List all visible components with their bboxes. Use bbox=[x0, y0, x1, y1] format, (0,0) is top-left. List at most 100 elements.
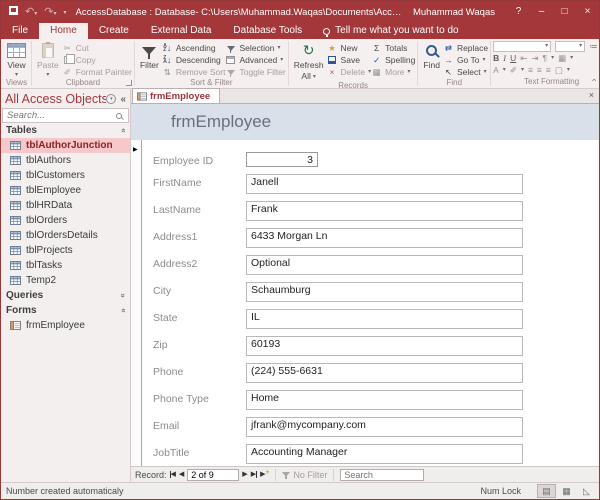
cut-button[interactable]: ✂Cut bbox=[62, 42, 132, 54]
filter-button[interactable]: Filter bbox=[137, 40, 162, 70]
jobtitle-field[interactable]: Accounting Manager bbox=[246, 444, 523, 464]
delete-record-button[interactable]: ×Delete▾ bbox=[327, 66, 372, 78]
tell-me-box[interactable]: Tell me what you want to do bbox=[313, 23, 468, 39]
section-tables[interactable]: Tables » bbox=[1, 123, 130, 138]
undo-button[interactable]: ↶▾ bbox=[25, 7, 37, 18]
firstname-field[interactable]: Janell bbox=[246, 174, 523, 194]
sidebar-item-tblordersdetails[interactable]: tblOrdersDetails bbox=[1, 228, 130, 243]
sidebar-item-frmemployee[interactable]: frmEmployee bbox=[1, 318, 130, 333]
sidebar-item-tblauthors[interactable]: tblAuthors bbox=[1, 153, 130, 168]
text-direction-icon[interactable]: ¶ bbox=[543, 53, 548, 63]
sidebar-item-tblhrdata[interactable]: tblHRData bbox=[1, 198, 130, 213]
more-button[interactable]: ▦More▾ bbox=[371, 66, 415, 78]
nav-menu-icon[interactable]: ▾ bbox=[106, 94, 116, 104]
collapse-ribbon-icon[interactable]: › bbox=[589, 79, 599, 82]
zip-field[interactable]: 60193 bbox=[246, 336, 523, 356]
decrease-indent-icon[interactable]: ⇤ bbox=[520, 53, 527, 64]
font-color-button[interactable]: A bbox=[493, 65, 499, 75]
sidebar-item-tblprojects[interactable]: tblProjects bbox=[1, 243, 130, 258]
city-field[interactable]: Schaumburg bbox=[246, 282, 523, 302]
replace-button[interactable]: ⇄Replace bbox=[443, 42, 488, 54]
align-right-icon[interactable]: ≡ bbox=[546, 65, 551, 75]
find-button[interactable]: Find bbox=[420, 40, 443, 70]
paste-button[interactable]: Paste ▾ bbox=[34, 40, 62, 78]
close-document-icon[interactable]: × bbox=[589, 90, 594, 100]
last-record-button[interactable]: ▶ bbox=[251, 471, 257, 479]
phone-type-field[interactable]: Home bbox=[246, 390, 523, 410]
sidebar-item-temp2[interactable]: Temp2 bbox=[1, 273, 130, 288]
nav-pane-header[interactable]: All Access Objects ▾ « bbox=[1, 89, 130, 108]
background-image-icon[interactable]: ▢ bbox=[555, 65, 563, 76]
new-record-button[interactable]: ★New bbox=[327, 42, 372, 54]
underline-button[interactable]: U bbox=[510, 53, 516, 63]
sidebar-item-tblorders[interactable]: tblOrders bbox=[1, 213, 130, 228]
record-position-input[interactable] bbox=[187, 469, 239, 481]
document-tab-frmemployee[interactable]: frmEmployee bbox=[132, 88, 220, 103]
tab-home[interactable]: Home bbox=[39, 23, 88, 39]
spelling-button[interactable]: ✓Spelling bbox=[371, 54, 415, 66]
help-button[interactable]: ? bbox=[507, 1, 530, 23]
gridlines-icon[interactable]: ▦ bbox=[558, 53, 566, 64]
qat-customize-icon[interactable]: ▾ bbox=[63, 9, 66, 16]
minimize-button[interactable]: – bbox=[530, 1, 553, 23]
record-selector-bar[interactable]: ▶ bbox=[131, 140, 142, 466]
address1-field[interactable]: 6433 Morgan Ln bbox=[246, 228, 523, 248]
design-view-button[interactable]: ◺ bbox=[577, 484, 596, 498]
nav-search-input[interactable] bbox=[7, 109, 116, 122]
selection-button[interactable]: Selection▾ bbox=[225, 42, 285, 54]
phone-field[interactable]: (224) 555-6631 bbox=[246, 363, 523, 383]
go-to-button[interactable]: →Go To▾ bbox=[443, 54, 488, 66]
bullet-list-icon[interactable]: ≔ bbox=[589, 41, 598, 52]
email-field[interactable]: jfrank@mycompany.com bbox=[246, 417, 523, 437]
toggle-filter-button[interactable]: Toggle Filter bbox=[225, 66, 285, 78]
advanced-button[interactable]: Advanced▾ bbox=[225, 54, 285, 66]
refresh-all-button[interactable]: ↻ Refresh All▾ bbox=[291, 40, 327, 81]
dialog-launcher-icon[interactable] bbox=[126, 80, 132, 86]
highlight-color-icon[interactable]: ✐ bbox=[510, 65, 517, 76]
align-left-icon[interactable]: ≡ bbox=[528, 65, 533, 75]
record-search-input[interactable] bbox=[340, 469, 424, 481]
totals-button[interactable]: ΣTotals bbox=[371, 42, 415, 54]
account-user-name[interactable]: Muhammad Waqas bbox=[413, 7, 495, 18]
employee-id-field[interactable] bbox=[246, 152, 318, 167]
form-view-button[interactable]: ▤ bbox=[537, 484, 556, 498]
tab-create[interactable]: Create bbox=[88, 23, 140, 39]
descending-button[interactable]: ZA↓Descending bbox=[162, 54, 226, 66]
previous-record-button[interactable]: ◀ bbox=[179, 471, 184, 479]
align-center-icon[interactable]: ≡ bbox=[537, 65, 542, 75]
datasheet-view-button[interactable]: ▦ bbox=[557, 484, 576, 498]
address2-field[interactable]: Optional bbox=[246, 255, 523, 275]
save-record-button[interactable]: Save bbox=[327, 54, 372, 66]
tab-database-tools[interactable]: Database Tools bbox=[222, 23, 313, 39]
view-button[interactable]: View ▾ bbox=[4, 40, 29, 78]
section-queries[interactable]: Queries » bbox=[1, 288, 130, 303]
redo-button[interactable]: ↷▾ bbox=[44, 7, 56, 18]
next-record-button[interactable]: ▶ bbox=[242, 471, 247, 479]
sidebar-item-tblcustomers[interactable]: tblCustomers bbox=[1, 168, 130, 183]
new-blank-record-button[interactable]: ▶* bbox=[260, 471, 269, 479]
sidebar-item-tblauthorjunction[interactable]: tblAuthorJunction bbox=[1, 138, 130, 153]
section-forms[interactable]: Forms » bbox=[1, 303, 130, 318]
remove-sort-button[interactable]: ⇅Remove Sort bbox=[162, 66, 226, 78]
save-icon[interactable] bbox=[9, 6, 18, 18]
copy-button[interactable]: Copy bbox=[62, 54, 132, 66]
sidebar-item-tblemployee[interactable]: tblEmployee bbox=[1, 183, 130, 198]
tab-file[interactable]: File bbox=[1, 23, 39, 39]
no-filter-button[interactable]: No Filter bbox=[282, 470, 327, 480]
maximize-button[interactable]: □ bbox=[553, 1, 576, 23]
format-painter-button[interactable]: ✐Format Painter bbox=[62, 66, 132, 78]
increase-indent-icon[interactable]: ⇥ bbox=[531, 53, 538, 64]
close-button[interactable]: × bbox=[576, 1, 599, 23]
tab-external-data[interactable]: External Data bbox=[140, 23, 223, 39]
italic-button[interactable]: I bbox=[503, 53, 506, 63]
state-field[interactable]: IL bbox=[246, 309, 523, 329]
font-size-dropdown[interactable]: ▾ bbox=[555, 41, 585, 52]
font-family-dropdown[interactable]: ▾ bbox=[493, 41, 551, 52]
first-record-button[interactable]: ◀ bbox=[170, 471, 176, 479]
sidebar-item-tbltasks[interactable]: tblTasks bbox=[1, 258, 130, 273]
ascending-button[interactable]: AZ↓Ascending bbox=[162, 42, 226, 54]
shutter-close-icon[interactable]: « bbox=[120, 94, 126, 105]
bold-button[interactable]: B bbox=[493, 53, 499, 63]
select-button[interactable]: ↖Select▾ bbox=[443, 66, 488, 78]
lastname-field[interactable]: Frank bbox=[246, 201, 523, 221]
